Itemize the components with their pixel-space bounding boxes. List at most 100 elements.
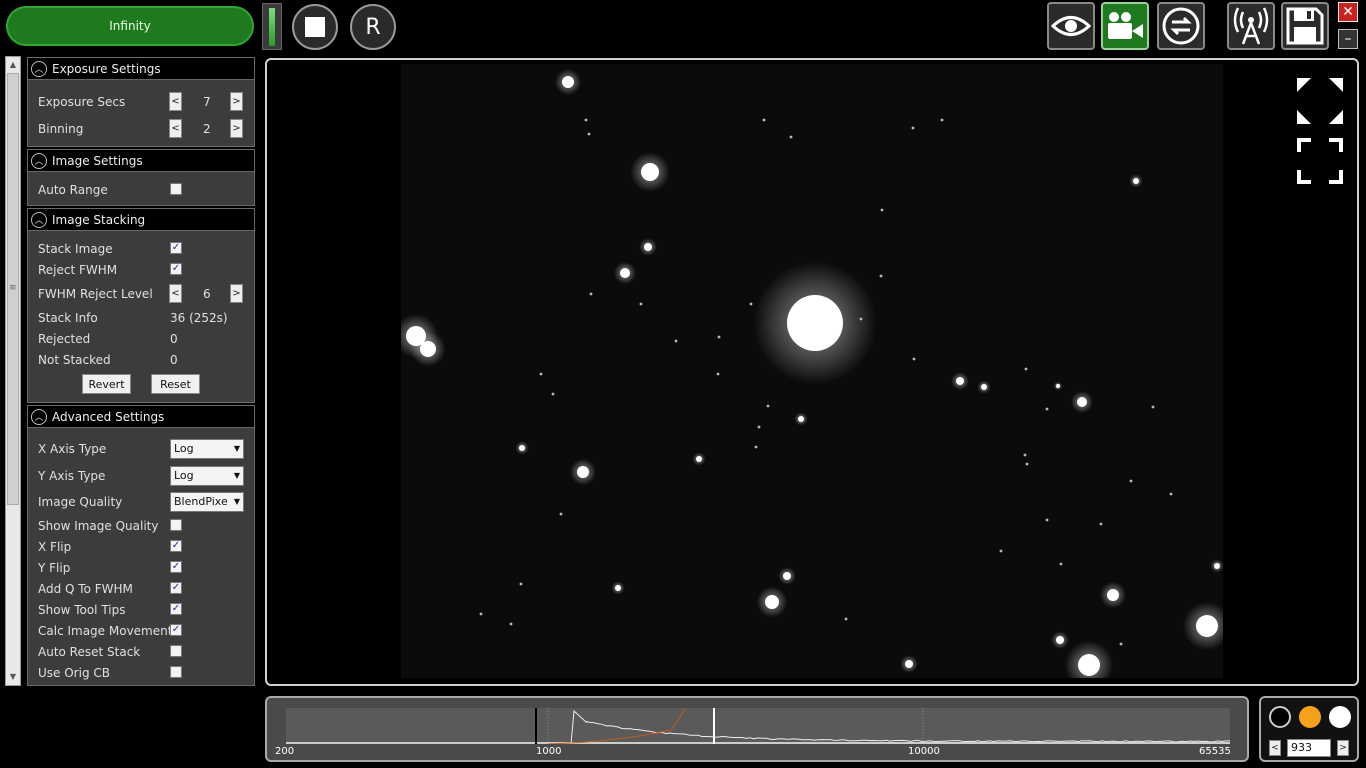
exposure-settings-header[interactable]: ︿ Exposure Settings [28,58,254,80]
stack-info-label: Stack Info [38,311,98,325]
grip-icon: ≡ [9,283,17,293]
exposure-secs-label: Exposure Secs [38,95,125,109]
image-quality-select[interactable]: BlendPixe ▼ [170,492,244,512]
antenna-icon [1231,6,1271,46]
dropdown-arrow-icon: ▼ [234,493,240,511]
x-flip-label: X Flip [38,540,71,554]
revert-button[interactable]: Revert [82,374,131,394]
preview-button[interactable] [1047,2,1095,50]
close-window-button[interactable]: ✕ [1338,2,1358,22]
midtone-swatch[interactable] [1299,706,1321,728]
y-flip-checkbox[interactable]: ✓ [170,561,182,573]
loop-icon [1161,6,1201,46]
stop-icon [305,17,325,37]
stack-image-checkbox[interactable]: ✓ [170,242,182,254]
not-stacked-value: 0 [170,353,178,367]
color-value-increase-button[interactable]: > [1337,740,1349,756]
image-quality-label: Image Quality [38,495,122,509]
save-icon [1285,6,1325,46]
chevron-up-icon: ︿ [31,61,47,77]
image-settings-header[interactable]: ︿ Image Settings [28,150,254,172]
exposure-secs-value: 7 [203,95,211,109]
chevron-up-icon: ︿ [31,153,47,169]
reject-fwhm-checkbox[interactable]: ✓ [170,263,182,275]
show-tool-tips-label: Show Tool Tips [38,603,125,617]
chevron-up-icon: ︿ [31,212,47,228]
use-orig-cb-label: Use Orig CB [38,666,110,680]
reset-button[interactable]: R [350,4,396,50]
histogram-label-10000: 10000 [908,746,940,757]
binning-decrease-button[interactable]: < [169,119,182,138]
reject-fwhm-label: Reject FWHM [38,263,117,277]
auto-range-checkbox[interactable] [170,183,182,195]
eye-icon [1051,11,1091,41]
sidebar-scrollbar[interactable]: ▲ ≡ ▼ [5,56,21,686]
y-axis-type-select[interactable]: Log ▼ [170,466,244,486]
color-value-field[interactable]: 933 [1287,739,1331,757]
y-axis-type-label: Y Axis Type [38,469,105,483]
scroll-up-icon[interactable]: ▲ [6,57,20,73]
exposure-decrease-button[interactable]: < [169,92,182,111]
exposure-increase-button[interactable]: > [230,92,243,111]
star-field-image[interactable] [401,64,1223,678]
stack-image-label: Stack Image [38,242,113,256]
exposure-duration-button[interactable]: Infinity [6,6,254,46]
loop-button[interactable] [1157,2,1205,50]
x-axis-type-select[interactable]: Log ▼ [170,439,244,459]
exposure-settings-section: ︿ Exposure Settings Exposure Secs < 7 > … [27,57,255,147]
fwhm-reject-level-label: FWHM Reject Level [38,287,153,301]
signal-level-meter [262,3,282,50]
histogram-label-1000: 1000 [536,746,561,757]
histogram-plot[interactable] [286,708,1230,744]
binning-increase-button[interactable]: > [230,119,243,138]
x-axis-type-label: X Axis Type [38,442,106,456]
reset-stack-button[interactable]: Reset [151,374,200,394]
broadcast-button[interactable] [1227,2,1275,50]
calc-image-movement-label: Calc Image Movement [38,624,172,638]
auto-reset-stack-checkbox[interactable] [170,645,182,657]
stack-info-value: 36 (252s) [170,311,228,325]
calc-image-movement-checkbox[interactable]: ✓ [170,624,182,636]
show-image-quality-checkbox[interactable] [170,519,182,531]
image-stacking-header[interactable]: ︿ Image Stacking [28,209,254,231]
color-value-decrease-button[interactable]: < [1269,740,1281,756]
rejected-value: 0 [170,332,178,346]
auto-reset-stack-label: Auto Reset Stack [38,645,140,659]
histogram-label-min: 200 [275,746,294,757]
image-stacking-section: ︿ Image Stacking Stack Image ✓ Reject FW… [27,208,255,403]
add-q-to-fwhm-label: Add Q To FWHM [38,582,133,596]
add-q-to-fwhm-checkbox[interactable]: ✓ [170,582,182,594]
rejected-label: Rejected [38,332,90,346]
use-orig-cb-checkbox[interactable] [170,666,182,678]
image-settings-section: ︿ Image Settings Auto Range [27,149,255,206]
fwhm-level-decrease-button[interactable]: < [169,284,182,303]
histogram-panel[interactable]: 200 1000 10000 65535 [265,696,1249,762]
x-flip-checkbox[interactable]: ✓ [170,540,182,552]
save-button[interactable] [1281,2,1329,50]
zoom-fit-icon[interactable] [1295,76,1345,186]
auto-range-label: Auto Range [38,183,108,197]
white-point-swatch[interactable] [1329,706,1351,728]
dropdown-arrow-icon: ▼ [234,440,240,458]
fwhm-level-value: 6 [203,287,211,301]
chevron-up-icon: ︿ [31,409,47,425]
advanced-settings-header[interactable]: ︿ Advanced Settings [28,406,254,428]
scroll-down-icon[interactable]: ▼ [6,669,20,685]
show-image-quality-label: Show Image Quality [38,519,158,533]
binning-value: 2 [203,122,211,136]
not-stacked-label: Not Stacked [38,353,111,367]
stop-button[interactable] [292,4,338,50]
image-viewer[interactable] [265,58,1359,686]
settings-sidebar: ▲ ≡ ▼ ︿ Exposure Settings Exposure Secs … [0,56,262,686]
show-tool-tips-checkbox[interactable]: ✓ [170,603,182,615]
dropdown-arrow-icon: ▼ [234,467,240,485]
minimize-window-button[interactable]: – [1338,29,1358,49]
y-flip-label: Y Flip [38,561,70,575]
video-capture-button[interactable] [1101,2,1149,50]
black-point-swatch[interactable] [1269,706,1291,728]
binning-label: Binning [38,122,83,136]
video-camera-icon [1105,9,1145,43]
histogram-label-max: 65535 [1199,746,1231,757]
advanced-settings-section: ︿ Advanced Settings X Axis Type Log ▼ Y A… [27,405,255,686]
fwhm-level-increase-button[interactable]: > [230,284,243,303]
